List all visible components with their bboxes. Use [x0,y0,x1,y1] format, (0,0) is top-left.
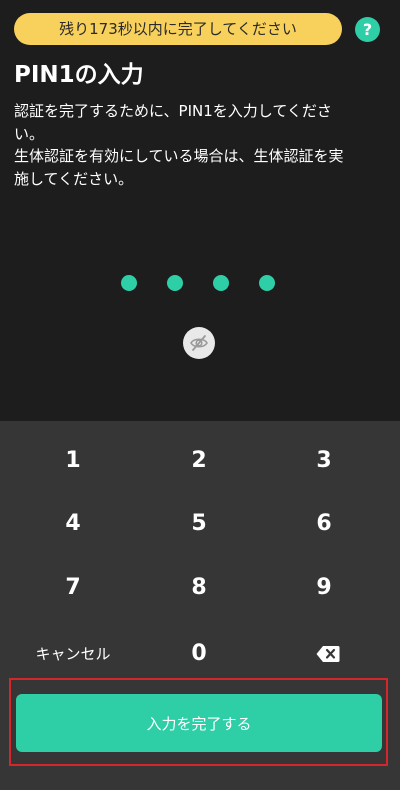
pin-dots [0,275,400,291]
timer-banner: 残り173秒以内に完了してください [14,13,342,45]
key-5[interactable]: 5 [139,494,259,554]
page-title: PIN1の入力 [14,62,144,88]
description-line: い。 [14,124,45,143]
description-line: 認証を完了するために、PIN1を入力してくださ [14,102,332,120]
pin-dot [259,275,275,291]
backspace-icon [316,646,340,662]
submit-button[interactable]: 入力を完了する [16,694,382,752]
description-line: 施してください。 [14,169,134,188]
pin-dot [213,275,229,291]
eye-slash-icon [190,335,208,351]
key-7[interactable]: 7 [13,558,133,618]
pin-entry-screen: 残り173秒以内に完了してください ? PIN1の入力 認証を完了するために、P… [0,0,400,421]
key-3[interactable]: 3 [264,431,384,491]
key-6[interactable]: 6 [264,494,384,554]
key-4[interactable]: 4 [13,494,133,554]
cancel-button[interactable]: キャンセル [13,624,133,684]
pin-dot [121,275,137,291]
submit-highlight: 入力を完了する [9,678,388,766]
key-9[interactable]: 9 [264,558,384,618]
description: 認証を完了するために、PIN1を入力してくださ い。 生体認証を有効にしている場… [14,100,364,190]
key-1[interactable]: 1 [13,431,133,491]
toggle-visibility-button[interactable] [183,327,215,359]
key-0[interactable]: 0 [139,624,259,684]
pin-dot [167,275,183,291]
backspace-button[interactable] [268,624,388,684]
key-8[interactable]: 8 [139,558,259,618]
key-2[interactable]: 2 [139,431,259,491]
help-icon[interactable]: ? [355,17,380,42]
description-line: 生体認証を有効にしている場合は、生体認証を実 [14,147,344,165]
